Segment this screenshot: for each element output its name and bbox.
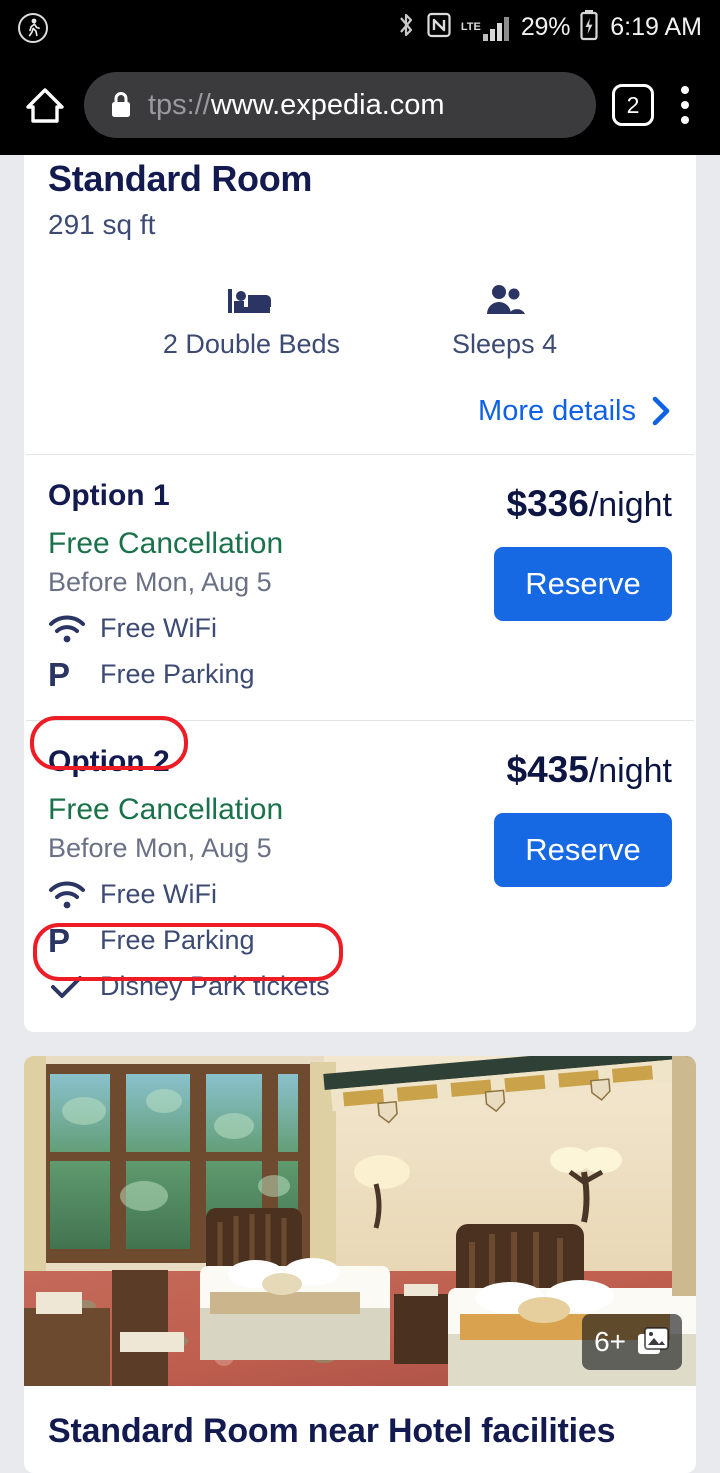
- option-2-amenity-parking-label: Free Parking: [100, 925, 255, 955]
- option-2-amenity-wifi-label: Free WiFi: [100, 879, 217, 909]
- option-1-price-unit: /night: [588, 486, 672, 524]
- option-2-cancellation-deadline: Before Mon, Aug 5: [48, 833, 272, 863]
- status-bar: LTE 29% 6:19 AM: [0, 0, 720, 55]
- option-2-amenity-disney-label: Disney Park tickets: [100, 971, 330, 1001]
- signal-bars-icon: LTE: [461, 13, 512, 43]
- parking-icon: P: [48, 921, 71, 959]
- url-prefix: tps://: [148, 88, 211, 121]
- url-domain: www.expedia.com: [210, 88, 445, 121]
- option-2-price: $435/night: [507, 749, 673, 791]
- option-2-amenity-wifi: Free WiFi: [48, 879, 476, 910]
- lock-icon: [108, 89, 134, 121]
- rate-option-2[interactable]: Option 2 Free Cancellation Before Mon, A…: [24, 721, 696, 1032]
- home-icon[interactable]: [16, 83, 74, 127]
- page-content: Standard Room 291 sq ft 2 Double Beds Sl…: [0, 155, 720, 1473]
- battery-percent-label: 29%: [520, 13, 571, 41]
- option-2-price-unit: /night: [588, 752, 672, 790]
- option-1-price-amount: $336: [506, 483, 589, 524]
- browser-toolbar: tps://www.expedia.com 2: [0, 55, 720, 155]
- reserve-button-option-1[interactable]: Reserve: [494, 547, 672, 621]
- tab-count-label: 2: [626, 91, 640, 118]
- wifi-icon: [48, 880, 100, 910]
- reserve-button-option-2[interactable]: Reserve: [494, 813, 672, 887]
- option-1-amenity-parking-label: Free Parking: [100, 659, 255, 689]
- address-bar[interactable]: tps://www.expedia.com: [84, 72, 596, 138]
- parking-icon: P: [48, 655, 71, 693]
- room-header: Standard Room 291 sq ft 2 Double Beds Sl…: [24, 155, 696, 454]
- status-bar-right: LTE 29% 6:19 AM: [395, 9, 702, 46]
- wifi-icon: [48, 614, 100, 644]
- rate-option-1[interactable]: Option 1 Free Cancellation Before Mon, A…: [24, 455, 696, 720]
- option-2-price-amount: $435: [506, 749, 589, 790]
- clock-label: 6:19 AM: [610, 13, 702, 41]
- option-1-cancellation-deadline: Before Mon, Aug 5: [48, 567, 272, 597]
- tab-counter-button[interactable]: 2: [612, 84, 654, 126]
- bluetooth-icon: [395, 10, 417, 45]
- option-2-amenity-disney-tickets: Disney Park tickets: [48, 971, 476, 1002]
- room-size-label: 291 sq ft: [48, 209, 156, 240]
- more-details-label: More details: [478, 394, 636, 427]
- photo-card-caption: Standard Room near Hotel facilities: [48, 1412, 616, 1450]
- room-fact-sleeps-label: Sleeps 4: [452, 329, 558, 359]
- status-bar-left: [18, 12, 48, 43]
- overflow-menu-icon[interactable]: [666, 86, 704, 124]
- room-fact-beds-label: 2 Double Beds: [162, 329, 341, 359]
- room-options-card: Standard Room 291 sq ft 2 Double Beds Sl…: [24, 155, 696, 1032]
- photo-gallery-icon: [636, 1326, 670, 1358]
- check-icon: [48, 972, 100, 1002]
- more-details-link[interactable]: More details: [48, 394, 672, 428]
- bed-icon: [226, 273, 276, 317]
- room-photo[interactable]: 6+: [24, 1056, 696, 1386]
- walking-person-icon: [18, 12, 48, 43]
- photo-count-badge[interactable]: 6+: [582, 1314, 682, 1370]
- page-title: Standard Room: [48, 158, 313, 199]
- url-text: tps://www.expedia.com: [148, 89, 445, 122]
- option-1-amenity-parking: P Free Parking: [48, 655, 476, 693]
- network-type-label: LTE: [460, 20, 481, 33]
- chevron-right-icon: [650, 394, 672, 428]
- photo-count-label: 6+: [594, 1326, 626, 1357]
- room-facts: 2 Double Beds Sleeps 4: [48, 273, 672, 360]
- room-fact-beds: 2 Double Beds: [163, 273, 340, 360]
- room-fact-sleeps: Sleeps 4: [452, 273, 557, 360]
- people-icon: [480, 273, 530, 317]
- room-photo-card[interactable]: 6+ Standard Room near Hotel facilities: [24, 1056, 696, 1473]
- nfc-icon: [426, 11, 452, 44]
- battery-charging-icon: [579, 9, 599, 46]
- option-2-name: Option 2: [48, 745, 170, 778]
- option-1-price: $336/night: [507, 483, 673, 525]
- option-2-cancellation: Free Cancellation: [48, 793, 284, 826]
- option-1-cancellation: Free Cancellation: [48, 527, 284, 560]
- option-1-name: Option 1: [48, 479, 170, 512]
- option-1-amenity-wifi: Free WiFi: [48, 613, 476, 644]
- option-1-amenity-wifi-label: Free WiFi: [100, 613, 217, 643]
- option-2-amenity-parking: P Free Parking: [48, 921, 476, 959]
